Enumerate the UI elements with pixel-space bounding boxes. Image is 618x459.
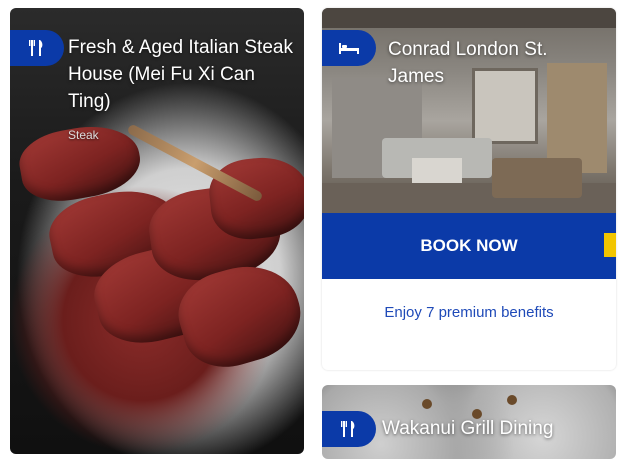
hotel-title[interactable]: Conrad London St. James	[388, 36, 608, 90]
restaurant-card-wakanui[interactable]: Wakanui Grill Dining	[322, 385, 616, 459]
bed-icon	[322, 30, 376, 66]
premium-benefits-link[interactable]: Enjoy 7 premium benefits	[322, 304, 616, 321]
hotel-card-conrad[interactable]: Conrad London St. James BOOK NOW Enjoy 7…	[322, 8, 616, 370]
fork-knife-icon	[322, 411, 376, 447]
restaurant-title[interactable]: Wakanui Grill Dining	[382, 415, 612, 442]
accent-stripe	[604, 233, 616, 257]
fork-knife-icon	[10, 30, 64, 66]
restaurant-card-steak-house[interactable]: Fresh & Aged Italian Steak House (Mei Fu…	[10, 8, 304, 454]
book-now-button[interactable]: BOOK NOW	[322, 213, 616, 279]
restaurant-title[interactable]: Fresh & Aged Italian Steak House (Mei Fu…	[68, 34, 294, 115]
cuisine-label: Steak	[68, 128, 99, 142]
